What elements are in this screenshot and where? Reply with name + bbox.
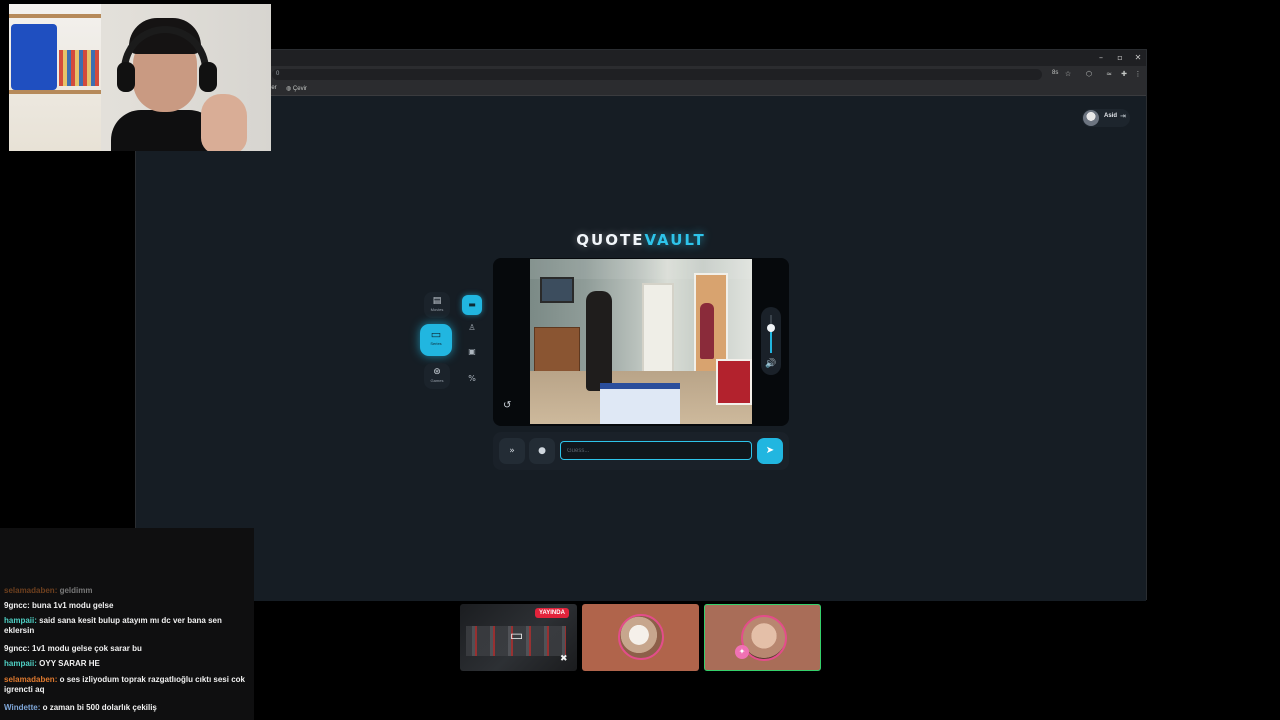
stream-chat: selamadaben: geldimm 9gncc: buna 1v1 modu… [0, 528, 254, 720]
chat-message: 9gncc: buna 1v1 modu gelse [4, 601, 248, 611]
user-name: Asid [1104, 113, 1118, 119]
streamer [111, 18, 247, 151]
menu-kebab-icon[interactable]: ⋮ [1133, 69, 1143, 79]
chat-text: OYY SARAR HE [39, 659, 100, 668]
close-button[interactable]: ✕ [1131, 52, 1145, 64]
chat-username[interactable]: selamadaben: [4, 675, 57, 684]
volume-knob[interactable] [767, 324, 775, 332]
quotevault-page: Asid ⇥ QUOTEVAULT ▤ Movies ▭ Series ⊛ Ga… [136, 96, 1146, 601]
guess-bar: » ● ➤ [493, 432, 789, 470]
chat-text: 1v1 modu gelse çok sarar bu [32, 644, 142, 653]
bookmarks-bar: ler ◍ Çevir [136, 83, 1146, 96]
lightbulb-icon: ● [538, 446, 546, 456]
translate-icon[interactable]: ≈ [1104, 69, 1114, 79]
audio-tool-icon[interactable]: ♙ [462, 318, 482, 338]
star-badge-icon: ✦ [735, 645, 749, 659]
participant-tile[interactable] [582, 604, 699, 671]
stream-preview-thumbnail[interactable]: YAYINDA ▭ ✖ [460, 604, 577, 671]
chat-text: said sana kesit bulup atayım mı dc ver b… [4, 616, 222, 635]
skip-button[interactable]: » [499, 438, 525, 464]
logo-text-quote: QUOTE [576, 231, 645, 249]
category-games[interactable]: ⊛ Games [424, 363, 450, 389]
chat-username[interactable]: hampaii: [4, 659, 37, 668]
chat-message: selamadaben: geldimm [4, 586, 248, 596]
tv-icon: ▭ [430, 328, 442, 341]
gamepad-icon: ⊛ [433, 367, 441, 377]
translate-bookmark[interactable]: ◍ Çevir [286, 85, 307, 92]
chat-message: selamadaben: o ses izliyodum toprak razg… [4, 675, 248, 695]
chat-username[interactable]: hampaii: [4, 616, 37, 625]
subtitle-tool-icon[interactable]: ▬ [462, 295, 482, 315]
percent-tool-icon[interactable]: % [462, 369, 482, 389]
guess-input[interactable] [560, 441, 752, 460]
muted-speaker-icon: ✖ [560, 654, 568, 664]
chat-username[interactable]: 9gncc: [4, 601, 30, 610]
live-badge: YAYINDA [535, 608, 569, 618]
browser-window: – ▫ ✕ 0 8s ☆ ⬡ ≈ ✚ ⋮ ler ◍ Çevir Asid ⇥ … [135, 49, 1147, 601]
screen-share-icon: ▭ [510, 628, 524, 644]
webcam-overlay [9, 4, 271, 151]
chat-message: Windette: o zaman bi 500 dolarlık çekili… [4, 703, 248, 713]
image-tool-icon[interactable]: ▣ [462, 342, 482, 362]
extensions-icon[interactable]: ⬡ [1084, 69, 1094, 79]
browser-toolbar: 0 8s ☆ ⬡ ≈ ✚ ⋮ [136, 66, 1146, 83]
hint-button[interactable]: ● [529, 438, 555, 464]
category-series[interactable]: ▭ Series [420, 324, 452, 356]
user-menu[interactable]: Asid ⇥ [1082, 109, 1130, 127]
shelf [9, 4, 101, 151]
scene-still [530, 259, 752, 424]
participant-tile-speaking[interactable]: ✦ [704, 604, 821, 671]
category-label: Movies [430, 307, 444, 312]
logo-text-vault: VAULT [644, 231, 706, 249]
chat-text: geldimm [59, 586, 93, 595]
user-avatar [1083, 110, 1099, 126]
fast-forward-icon: » [509, 446, 515, 456]
chat-username[interactable]: Windette: [4, 703, 40, 712]
film-icon: ▤ [432, 296, 442, 306]
category-movies[interactable]: ▤ Movies [424, 292, 450, 318]
category-label: Series [430, 341, 442, 346]
participant-avatar [618, 614, 664, 660]
title-bar: – ▫ ✕ [136, 50, 1146, 66]
maximize-button[interactable]: ▫ [1113, 52, 1127, 64]
address-bar[interactable]: 0 [272, 69, 1042, 80]
minimize-button[interactable]: – [1094, 52, 1108, 64]
chat-message: 9gncc: 1v1 modu gelse çok sarar bu [4, 644, 248, 654]
chat-username[interactable]: 9gncc: [4, 644, 30, 653]
volume-slider[interactable]: 🔊 [761, 307, 781, 375]
app-logo: QUOTEVAULT [136, 231, 1146, 249]
chat-message: hampaii: said sana kesit bulup atayım mı… [4, 616, 248, 636]
send-button[interactable]: ➤ [757, 438, 783, 464]
bookmark-star-icon[interactable]: ☆ [1063, 69, 1073, 79]
puzzle-icon[interactable]: ✚ [1119, 69, 1129, 79]
chat-text: buna 1v1 modu gelse [32, 601, 114, 610]
chat-text: o zaman bi 500 dolarlık çekiliş [42, 703, 157, 712]
media-card: ↺ 🔊 [493, 258, 789, 426]
zoom-indicator[interactable]: 8s [1052, 70, 1058, 76]
bookmark-item[interactable]: ler [270, 85, 277, 91]
category-label: Games [430, 378, 444, 383]
logout-icon[interactable]: ⇥ [1120, 112, 1126, 120]
chat-username[interactable]: selamadaben: [4, 586, 57, 595]
volume-icon[interactable]: 🔊 [765, 359, 776, 369]
paper-plane-icon: ➤ [765, 445, 775, 456]
replay-icon[interactable]: ↺ [503, 400, 511, 411]
globe-icon: ◍ [286, 86, 293, 92]
chat-message: hampaii: OYY SARAR HE [4, 659, 248, 669]
